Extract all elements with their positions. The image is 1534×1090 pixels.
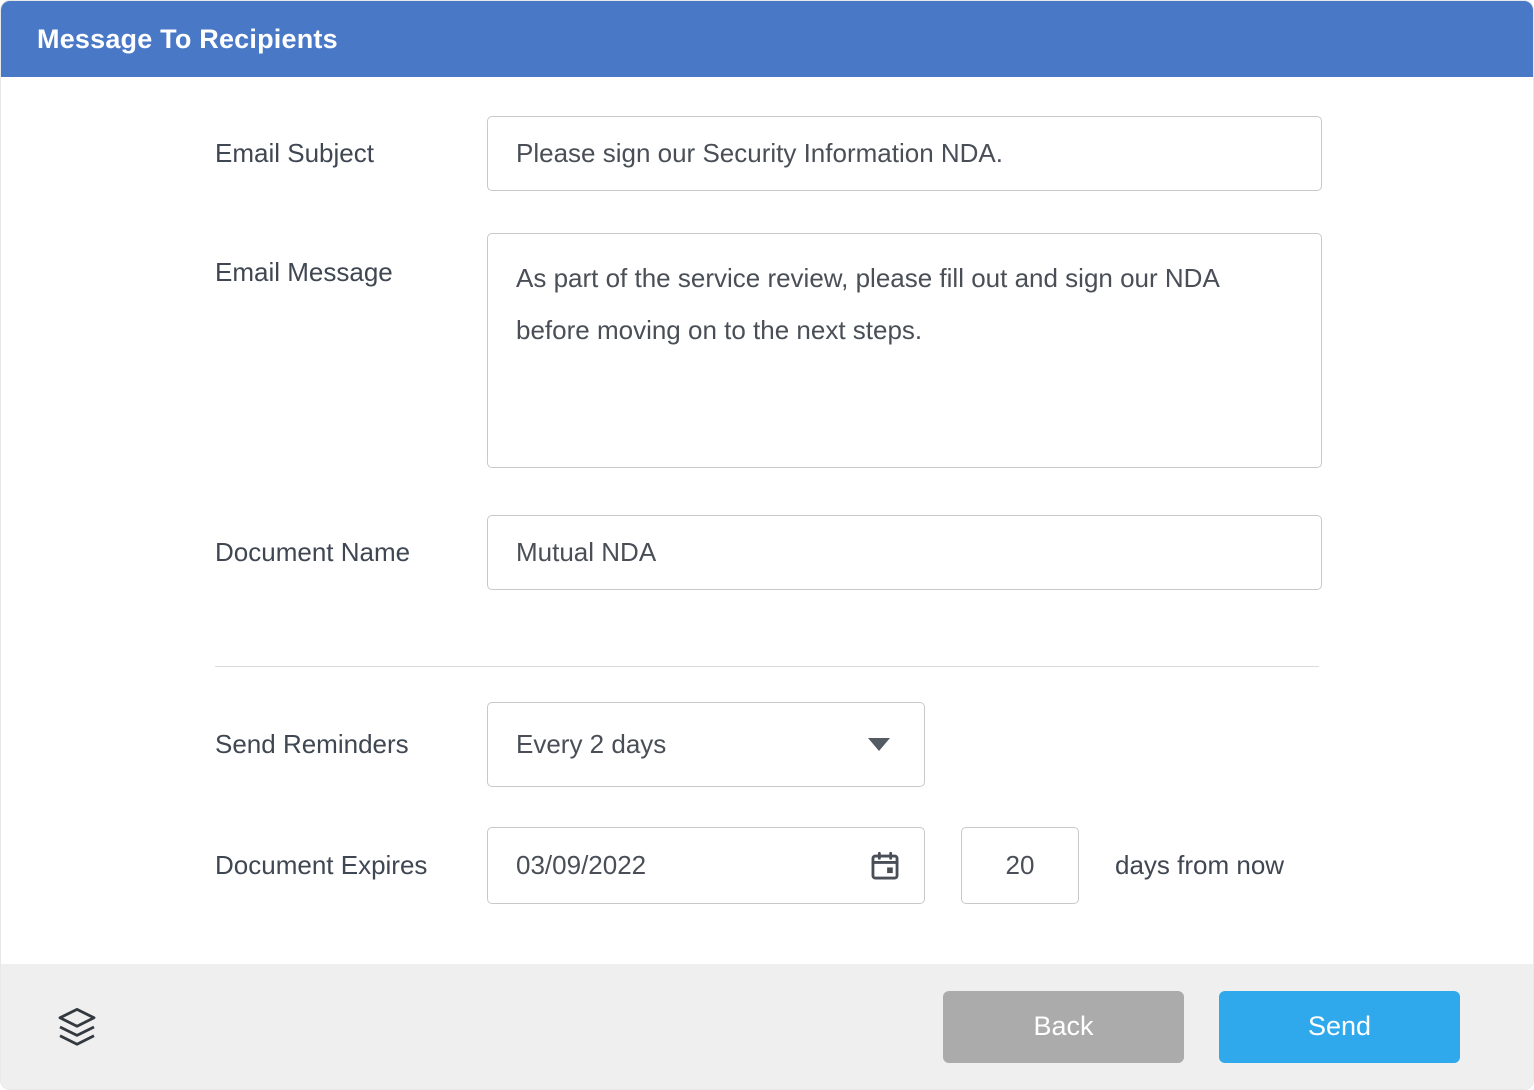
email-subject-row: Email Subject — [1, 116, 1533, 191]
email-message-textarea[interactable]: As part of the service review, please fi… — [487, 233, 1322, 468]
document-expires-label: Document Expires — [215, 827, 487, 904]
days-from-now-text: days from now — [1115, 827, 1284, 904]
email-subject-input[interactable] — [487, 116, 1322, 191]
send-reminders-label: Send Reminders — [215, 702, 487, 787]
page-title: Message To Recipients — [37, 24, 338, 55]
message-to-recipients-modal: Message To Recipients Email Subject Emai… — [0, 0, 1534, 1090]
document-expires-date-input[interactable]: 03/09/2022 — [487, 827, 925, 904]
calendar-icon[interactable] — [868, 849, 902, 883]
layers-icon[interactable] — [53, 1002, 101, 1052]
back-button[interactable]: Back — [943, 991, 1184, 1063]
modal-header: Message To Recipients — [1, 1, 1533, 77]
document-name-row: Document Name — [1, 515, 1533, 590]
send-reminders-row: Send Reminders Every 2 days — [1, 702, 1533, 787]
section-divider — [215, 666, 1319, 667]
email-message-label: Email Message — [215, 233, 487, 473]
send-button[interactable]: Send — [1219, 991, 1460, 1063]
document-expires-date-value: 03/09/2022 — [516, 850, 646, 881]
send-reminders-selected-value: Every 2 days — [516, 729, 666, 760]
email-message-row: Email Message As part of the service rev… — [1, 233, 1533, 473]
chevron-down-icon — [868, 738, 890, 751]
modal-body: Email Subject Email Message As part of t… — [1, 77, 1533, 904]
send-reminders-select[interactable]: Every 2 days — [487, 702, 925, 787]
expires-days-input[interactable] — [961, 827, 1079, 904]
email-subject-label: Email Subject — [215, 116, 487, 191]
document-name-input[interactable] — [487, 515, 1322, 590]
document-expires-row: Document Expires 03/09/2022 days from no… — [1, 827, 1533, 904]
modal-footer: Back Send — [1, 964, 1533, 1089]
document-name-label: Document Name — [215, 515, 487, 590]
